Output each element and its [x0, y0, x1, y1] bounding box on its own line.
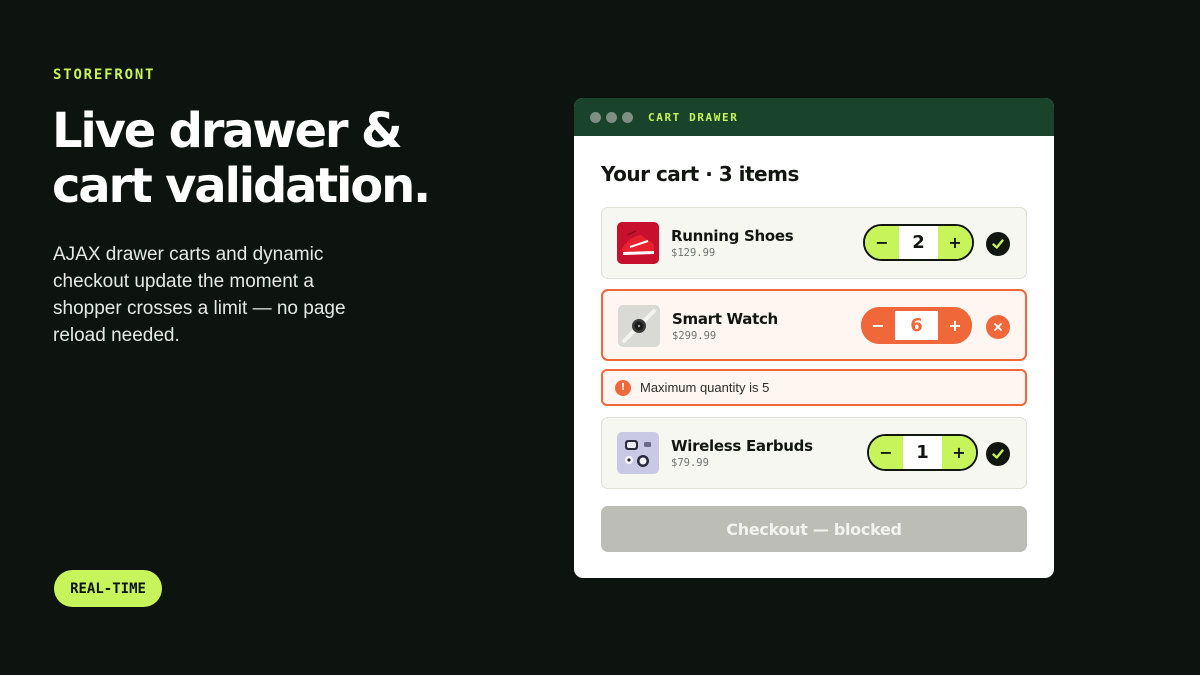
max-quantity-alert: ! Maximum quantity is 5: [601, 369, 1027, 406]
item-price: $79.99: [671, 457, 709, 469]
page-title-line-2: cart validation.: [52, 158, 431, 214]
hero-description: AJAX drawer carts and dynamic checkout u…: [53, 244, 346, 346]
earbuds-icon: [617, 432, 659, 474]
cart-heading: Your cart · 3 items: [601, 162, 799, 186]
decrease-quantity-button[interactable]: −: [865, 226, 899, 259]
cart-item-smart-watch: Smart Watch $299.99 − 6 +: [601, 289, 1027, 361]
cart-drawer-window: CART DRAWER Your cart · 3 items Running …: [574, 98, 1054, 578]
page-title: Live drawer & cart validation.: [52, 104, 472, 214]
window-minimize-dot[interactable]: [606, 111, 617, 123]
quantity-stepper: − 2 +: [863, 224, 974, 261]
quantity-value[interactable]: 2: [899, 226, 938, 259]
check-icon: [986, 442, 1010, 466]
decrease-quantity-button[interactable]: −: [869, 436, 903, 469]
smart-watch-icon: [618, 305, 660, 347]
window-title: CART DRAWER: [648, 110, 739, 124]
check-icon: [986, 232, 1010, 256]
page-title-line-1: Live drawer &: [52, 103, 403, 159]
realtime-badge: REAL-TIME: [54, 570, 162, 607]
item-price: $129.99: [671, 247, 716, 259]
item-price: $299.99: [672, 330, 717, 342]
checkout-button[interactable]: Checkout — blocked: [601, 506, 1027, 552]
window-close-dot[interactable]: [590, 111, 601, 123]
cart-item-running-shoes: Running Shoes $129.99 − 2 +: [601, 207, 1027, 279]
cart-item-wireless-earbuds: Wireless Earbuds $79.99 − 1 +: [601, 417, 1027, 489]
alert-icon: !: [615, 379, 631, 396]
eyebrow-label: STOREFRONT: [53, 67, 156, 83]
increase-quantity-button[interactable]: +: [938, 226, 972, 259]
running-shoe-icon: [617, 222, 659, 264]
item-name: Running Shoes: [671, 227, 794, 245]
quantity-stepper: − 6 +: [861, 307, 972, 344]
increase-quantity-button[interactable]: +: [942, 436, 976, 469]
item-name: Smart Watch: [672, 310, 778, 328]
decrease-quantity-button[interactable]: −: [861, 307, 895, 344]
quantity-value[interactable]: 1: [903, 436, 942, 469]
quantity-stepper: − 1 +: [867, 434, 978, 471]
close-icon: [986, 315, 1010, 339]
quantity-value[interactable]: 6: [895, 311, 938, 340]
alert-message: Maximum quantity is 5: [640, 380, 770, 395]
item-name: Wireless Earbuds: [671, 437, 813, 455]
window-titlebar: CART DRAWER: [574, 98, 1054, 136]
window-maximize-dot[interactable]: [622, 111, 633, 123]
increase-quantity-button[interactable]: +: [938, 307, 972, 344]
